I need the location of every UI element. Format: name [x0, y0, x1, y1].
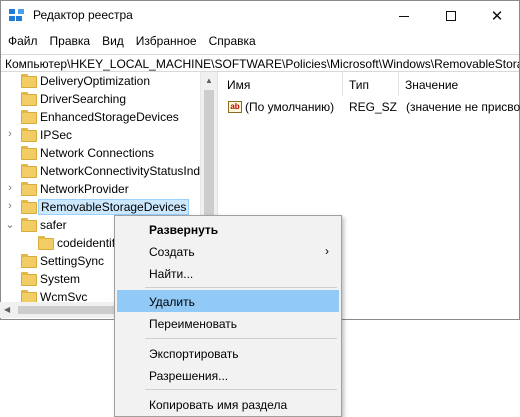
title-bar[interactable]: Редактор реестра ✕	[1, 1, 519, 31]
menu-item-label: Переименовать	[149, 317, 237, 331]
tree-item-label: WcmSvc	[40, 290, 88, 302]
scroll-left-icon[interactable]: ◀	[4, 305, 10, 314]
tree-item-label: System	[40, 272, 81, 286]
chevron-right-icon[interactable]: ›	[5, 128, 15, 140]
menu-item-label: Создать	[149, 245, 195, 259]
folder-icon	[21, 110, 37, 124]
menu-item-label: Удалить	[149, 295, 195, 309]
menu-file[interactable]: Файл	[1, 32, 43, 52]
chevron-right-icon[interactable]: ›	[5, 200, 15, 212]
scrollbar-thumb[interactable]	[18, 306, 128, 314]
context-menu: Развернуть Создать › Найти... Удалить Пер…	[114, 215, 342, 417]
folder-icon	[21, 164, 37, 178]
tree-item-label: safer	[40, 218, 67, 232]
folder-icon	[21, 200, 37, 214]
folder-icon	[21, 128, 37, 142]
column-header-value[interactable]: Значение	[399, 72, 518, 96]
minimize-button[interactable]	[381, 1, 427, 31]
tree-item[interactable]: DriverSearching	[0, 91, 200, 109]
string-value-icon: ab	[228, 101, 242, 113]
folder-icon	[21, 146, 37, 160]
tree-item-label: EnhancedStorageDevices	[40, 110, 179, 124]
menu-separator	[145, 287, 337, 288]
menu-item-new[interactable]: Создать ›	[117, 240, 339, 262]
tree-item[interactable]: DeliveryOptimization	[0, 73, 200, 91]
window-title: Редактор реестра	[33, 8, 133, 22]
folder-icon	[21, 254, 37, 268]
menu-bar: Файл Правка Вид Избранное Справка	[1, 32, 519, 52]
tree-item[interactable]: NetworkConnectivityStatusInd	[0, 163, 200, 181]
menu-item-delete[interactable]: Удалить	[117, 290, 339, 312]
tree-item-label: IPSec	[40, 128, 73, 142]
scroll-up-icon[interactable]: ▲	[205, 76, 213, 85]
maximize-button[interactable]	[428, 1, 474, 31]
tree-item-label: codeidentifi	[57, 236, 118, 250]
tree-item-label: Network Connections	[40, 146, 155, 160]
menu-item-label: Экспортировать	[149, 347, 239, 361]
tree-item[interactable]: EnhancedStorageDevices	[0, 109, 200, 127]
menu-separator	[145, 338, 337, 339]
tree-item-label: DriverSearching	[40, 92, 127, 106]
folder-icon	[21, 182, 37, 196]
menu-item-export[interactable]: Экспортировать	[117, 342, 339, 364]
close-icon: ✕	[490, 7, 504, 25]
tree-item-label: DeliveryOptimization	[40, 74, 151, 88]
submenu-arrow-icon: ›	[325, 244, 329, 258]
menu-item-label: Развернуть	[149, 223, 219, 237]
tree-item[interactable]: › NetworkProvider	[0, 181, 200, 199]
menu-separator	[145, 389, 337, 390]
close-button[interactable]: ✕	[474, 1, 520, 31]
menu-item-label: Найти...	[149, 267, 194, 281]
minimize-icon	[399, 15, 409, 17]
value-name[interactable]: (По умолчанию)	[245, 100, 334, 114]
tree-item[interactable]: Network Connections	[0, 145, 200, 163]
regedit-icon	[9, 9, 25, 23]
menu-item-permissions[interactable]: Разрешения...	[117, 364, 339, 386]
column-header-name[interactable]: Имя	[221, 72, 343, 96]
folder-icon	[21, 92, 37, 106]
tree-item-label: RemovableStorageDevices	[38, 199, 190, 215]
chevron-right-icon[interactable]: ›	[5, 182, 15, 194]
address-bar[interactable]: Компьютер\HKEY_LOCAL_MACHINE\SOFTWARE\Po…	[1, 54, 519, 72]
menu-help[interactable]: Справка	[202, 32, 261, 52]
value-data: (значение не присво	[406, 100, 520, 114]
chevron-down-icon[interactable]: ⌄	[5, 218, 15, 231]
menu-item-copy-key-name[interactable]: Копировать имя раздела	[117, 393, 339, 415]
folder-icon	[21, 290, 37, 302]
menu-item-expand[interactable]: Развернуть	[117, 218, 339, 240]
menu-item-label: Разрешения...	[149, 369, 229, 383]
tree-item[interactable]: › IPSec	[0, 127, 200, 145]
menu-item-rename[interactable]: Переименовать	[117, 312, 339, 334]
folder-icon	[21, 272, 37, 286]
folder-icon	[21, 74, 37, 88]
maximize-icon	[446, 11, 456, 21]
value-type: REG_SZ	[349, 100, 398, 114]
menu-item-label: Копировать имя раздела	[149, 398, 288, 412]
column-header-type[interactable]: Тип	[343, 72, 399, 96]
folder-icon	[21, 218, 37, 232]
tree-item-label: NetworkConnectivityStatusInd	[40, 164, 201, 178]
tree-item-label: NetworkProvider	[40, 182, 129, 196]
menu-view[interactable]: Вид	[95, 32, 129, 52]
folder-icon	[38, 236, 54, 250]
menu-edit[interactable]: Правка	[43, 32, 96, 52]
menu-favorites[interactable]: Избранное	[129, 32, 202, 52]
tree-item-label: SettingSync	[40, 254, 105, 268]
menu-item-find[interactable]: Найти...	[117, 262, 339, 284]
